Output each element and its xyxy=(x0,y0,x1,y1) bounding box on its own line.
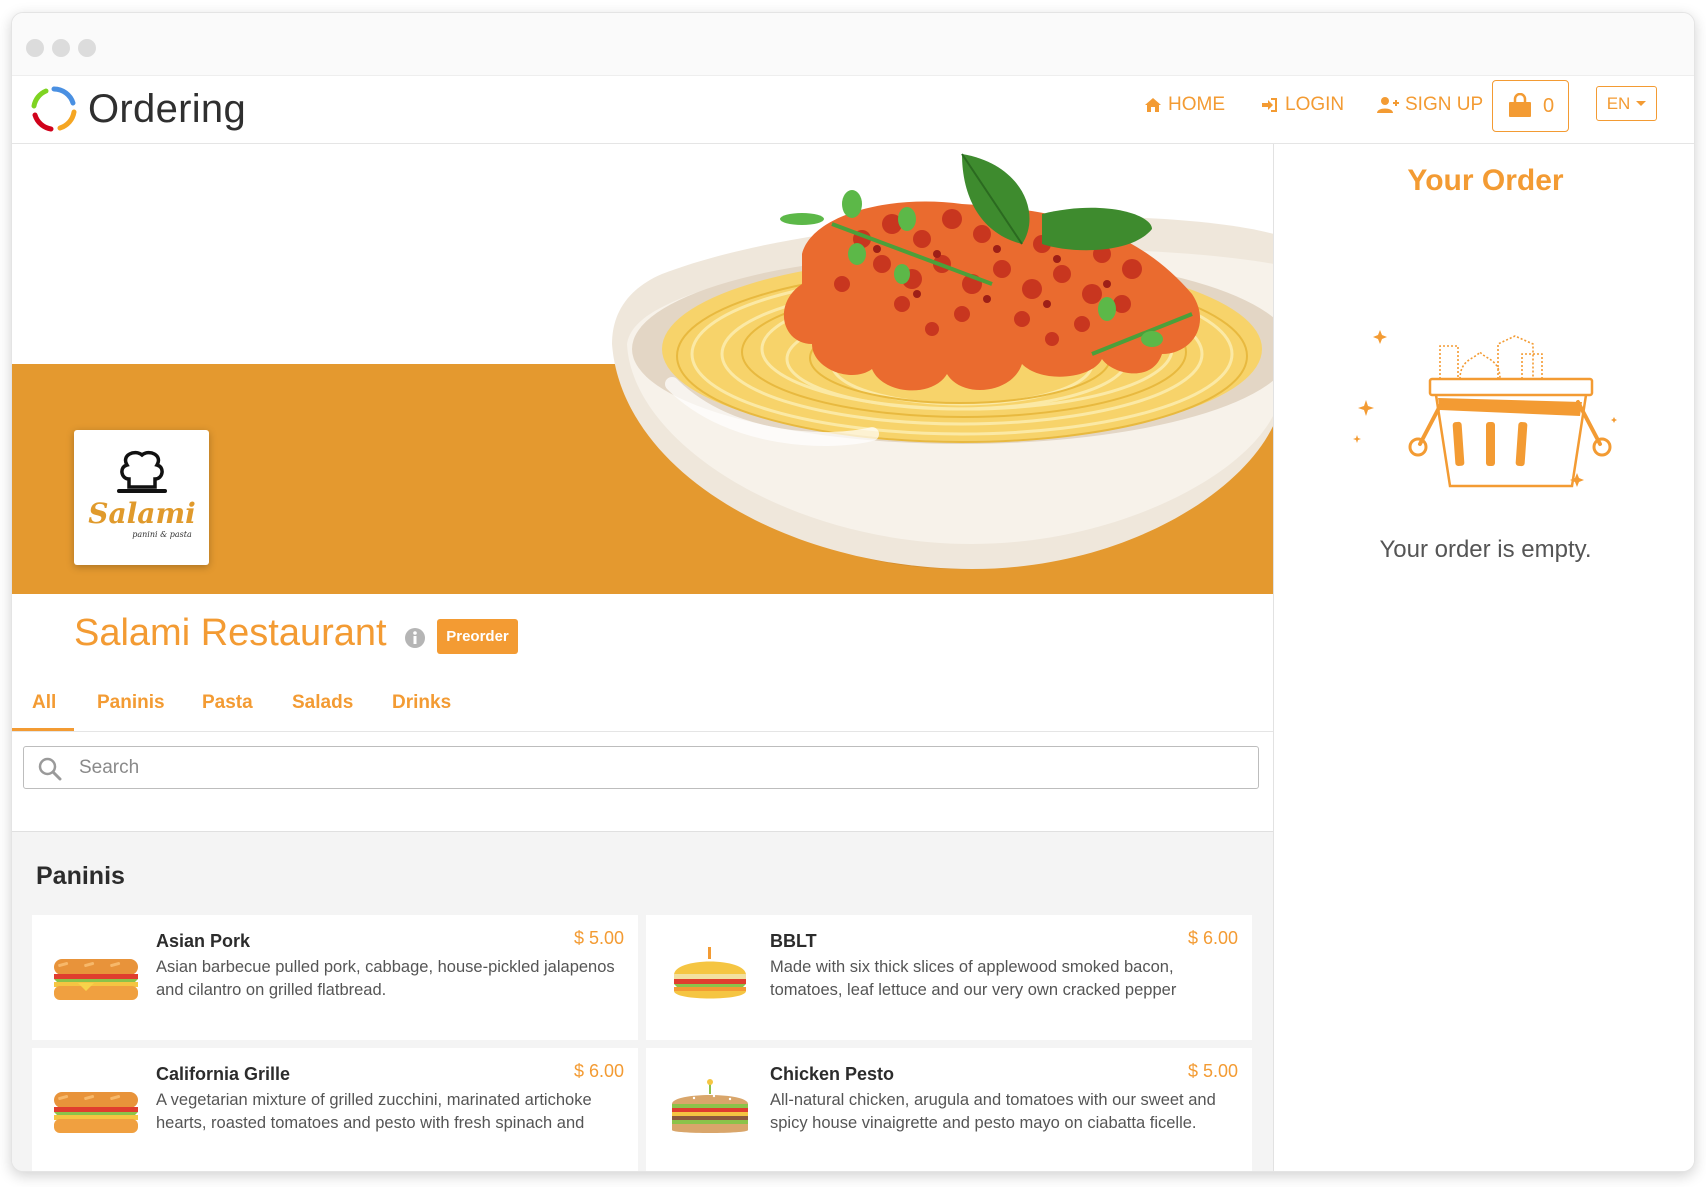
tab-paninis[interactable]: Paninis xyxy=(97,692,165,714)
info-icon[interactable] xyxy=(404,627,426,649)
product-card[interactable]: BBLT $ 6.00 Made with six thick slices o… xyxy=(646,915,1252,1040)
add-user-icon xyxy=(1377,97,1399,113)
nav-signup-link[interactable]: SIGN UP xyxy=(1377,94,1483,116)
info-divider xyxy=(12,831,1273,832)
brand-logo[interactable]: Ordering xyxy=(30,84,246,134)
nav-home-label: HOME xyxy=(1168,94,1225,115)
baguette-sandwich-icon xyxy=(54,1092,138,1133)
product-name: Asian Pork xyxy=(156,931,251,951)
product-description: Made with six thick slices of applewood … xyxy=(770,958,1177,999)
window-titlebar xyxy=(12,13,1694,76)
product-name: California Grille xyxy=(156,1064,291,1084)
tab-pasta[interactable]: Pasta xyxy=(202,692,253,714)
order-title: Your Order xyxy=(1407,164,1564,197)
product-price: $ 6.00 xyxy=(573,1061,624,1081)
product-name: BBLT xyxy=(770,931,817,951)
tab-drinks[interactable]: Drinks xyxy=(392,692,451,714)
product-card[interactable]: Chicken Pesto $ 5.00 All-natural chicken… xyxy=(646,1048,1252,1171)
product-description: A vegetarian mixture of grilled zucchini… xyxy=(156,1091,592,1132)
product-description: Asian barbecue pulled pork, cabbage, hou… xyxy=(156,958,615,999)
product-price: $ 5.00 xyxy=(1187,1061,1238,1081)
browser-window: Ordering HOME LOGIN SIGN UP 0 EN Salami … xyxy=(11,12,1695,1172)
nav-home-link[interactable]: HOME xyxy=(1144,94,1225,116)
search-icon xyxy=(38,757,62,781)
store-name: Salami Restaurant xyxy=(74,612,387,654)
tab-salads[interactable]: Salads xyxy=(292,692,353,714)
order-sidebar: Your Order Your order is empty. xyxy=(1275,144,1694,1171)
product-description: All-natural chicken, arugula and tomatoe… xyxy=(770,1091,1216,1132)
nav-login-label: LOGIN xyxy=(1285,94,1345,115)
section-title: Paninis xyxy=(36,862,125,890)
empty-order-message: Your order is empty. xyxy=(1379,536,1592,563)
burger-sandwich-icon xyxy=(674,947,746,999)
shopping-bag-icon xyxy=(1508,93,1531,117)
language-dropdown[interactable]: EN xyxy=(1596,86,1657,121)
product-card[interactable]: Asian Pork $ 5.00 Asian barbecue pulled … xyxy=(32,915,638,1040)
product-search[interactable] xyxy=(23,746,1259,789)
product-card[interactable]: California Grille $ 6.00 A vegetarian mi… xyxy=(32,1048,638,1171)
nav-signup-label: SIGN UP xyxy=(1405,94,1484,115)
tab-all[interactable]: All xyxy=(32,692,56,714)
login-icon xyxy=(1262,98,1277,112)
window-close-dot[interactable] xyxy=(26,39,44,57)
language-label: EN xyxy=(1606,93,1631,113)
club-sandwich-icon xyxy=(672,1079,748,1133)
store-logo-wordmark: Salami xyxy=(88,497,195,530)
active-tab-indicator xyxy=(12,728,74,731)
cart-count: 0 xyxy=(1542,94,1555,117)
home-icon xyxy=(1145,98,1161,112)
chevron-down-icon xyxy=(1636,101,1647,106)
ordering-ring-icon xyxy=(31,86,77,132)
store-banner: Salami panini & pasta xyxy=(12,144,1273,594)
product-name: Chicken Pesto xyxy=(770,1064,895,1084)
nav-login-link[interactable]: LOGIN xyxy=(1261,94,1344,116)
store-logo: Salami panini & pasta xyxy=(74,430,209,565)
product-price: $ 6.00 xyxy=(1187,928,1238,948)
cart-button[interactable]: 0 xyxy=(1492,80,1569,132)
store-info-area: Salami Restaurant Preorder All Paninis P… xyxy=(12,594,1273,832)
top-navbar: Ordering HOME LOGIN SIGN UP 0 EN xyxy=(12,76,1694,144)
empty-basket-icon xyxy=(1353,330,1617,488)
chef-hat-logo: Salami panini & pasta xyxy=(88,450,195,539)
brand-logo-text: Ordering xyxy=(88,86,247,131)
preorder-badge[interactable]: Preorder xyxy=(437,619,518,654)
search-input[interactable] xyxy=(79,753,1239,783)
window-maximize-dot[interactable] xyxy=(78,39,96,57)
store-logo-tagline: panini & pasta xyxy=(132,530,192,539)
baguette-sandwich-icon xyxy=(54,959,138,1000)
window-minimize-dot[interactable] xyxy=(52,39,70,57)
category-tabs: All Paninis Pasta Salads Drinks xyxy=(12,676,1273,732)
store-main-panel: Salami panini & pasta Salami Restaurant … xyxy=(12,144,1274,1171)
product-price: $ 5.00 xyxy=(573,928,624,948)
